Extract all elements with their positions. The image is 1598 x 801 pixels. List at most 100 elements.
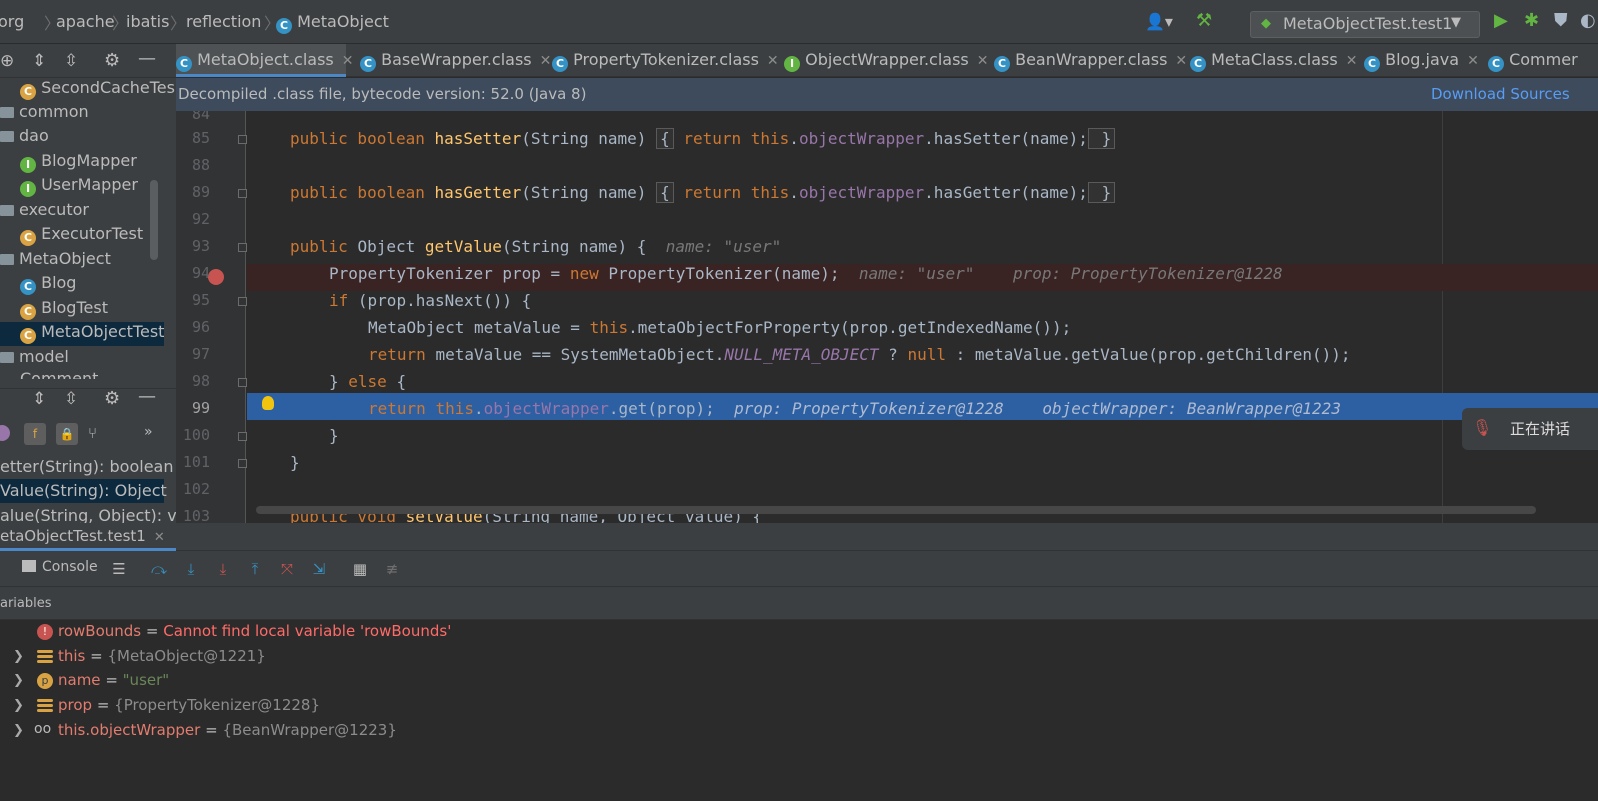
lightbulb-icon[interactable] (262, 396, 274, 410)
structure-item[interactable]: etter(String): boolean (0, 455, 174, 479)
close-icon[interactable]: ✕ (540, 53, 552, 69)
lock-filter-icon[interactable]: 🔒 (56, 423, 78, 445)
line-number: 84 (191, 111, 210, 123)
chevron-right-icon[interactable]: ❯ (13, 673, 24, 688)
tab-comment[interactable]: C Commer (1488, 44, 1578, 77)
drop-frame-icon[interactable]: ⤧ (279, 561, 295, 577)
run-to-cursor-icon[interactable]: ⇲ (311, 561, 327, 577)
structure-item-selected[interactable]: Value(String): Object (0, 479, 167, 503)
tab-basewrapper-class[interactable]: C BaseWrapper.class ✕ (360, 44, 551, 77)
field-filter-icon[interactable]: f (24, 423, 46, 445)
variable-name: name (58, 671, 101, 689)
tree-item-usermapper[interactable]: I UserMapper (20, 175, 138, 199)
gear-icon[interactable]: ⚙ (104, 389, 120, 409)
horizontal-scrollbar[interactable] (256, 506, 1536, 514)
frames-menu-icon[interactable]: ☰ (111, 561, 127, 577)
tab-propertytokenizer-class[interactable]: C PropertyTokenizer.class ✕ (552, 44, 779, 77)
user-icon[interactable]: 👤▾ (1145, 12, 1173, 31)
close-icon[interactable]: ✕ (977, 53, 989, 69)
run-icon[interactable]: ▶ (1494, 10, 1508, 31)
folded-brace[interactable]: } (1087, 128, 1116, 149)
evaluate-expression-icon[interactable]: ▦ (352, 561, 368, 577)
close-icon[interactable]: ✕ (1346, 53, 1358, 69)
tree-item-comment[interactable]: Comment (20, 369, 98, 379)
minimize-icon[interactable]: — (138, 48, 156, 69)
tab-metaobject-class[interactable]: C MetaObject.class ✕ (176, 44, 353, 77)
folded-brace[interactable]: } (1087, 182, 1116, 203)
console-tab[interactable]: Console (22, 559, 98, 575)
breadcrumb-reflection[interactable]: reflection (186, 12, 261, 31)
fold-marker[interactable] (238, 378, 247, 387)
build-hammer-icon[interactable]: ⚒ (1196, 10, 1212, 31)
collapse-all-icon[interactable]: ⇳ (64, 51, 78, 71)
tree-item-executortest[interactable]: C ExecutorTest (20, 224, 143, 248)
breadcrumb-ibatis[interactable]: ibatis (126, 12, 169, 31)
chevron-right-icon[interactable]: ❯ (13, 698, 24, 713)
muted-microphone-icon[interactable]: 🎙 (1472, 418, 1492, 437)
close-icon[interactable]: ✕ (154, 530, 165, 545)
tab-objectwrapper-class[interactable]: I ObjectWrapper.class ✕ (784, 44, 989, 77)
run-configuration-select[interactable]: ◆ MetaObjectTest.test1 ▼ (1250, 11, 1480, 38)
folded-brace[interactable]: { (656, 128, 674, 149)
tree-scrollbar[interactable] (150, 180, 158, 260)
more-icon[interactable]: » (144, 424, 153, 440)
download-sources-link[interactable]: Download Sources (1431, 85, 1570, 103)
code-line-89: public boolean hasGetter(String name) { … (290, 182, 1116, 203)
tab-beanwrapper-class[interactable]: C BeanWrapper.class ✕ (994, 44, 1187, 77)
code-token: new (569, 264, 609, 283)
tree-item-blogmapper[interactable]: I BlogMapper (20, 151, 137, 175)
fold-marker[interactable] (238, 243, 247, 252)
debug-session-tab[interactable]: etaObjectTest.test1 ✕ (0, 523, 176, 551)
close-icon[interactable]: ✕ (1175, 53, 1187, 69)
breakpoint-icon[interactable] (208, 269, 224, 285)
close-icon[interactable]: ✕ (1467, 53, 1479, 69)
tree-item-model[interactable]: model (0, 347, 69, 371)
tree-item-secondcachetest[interactable]: C SecondCacheTes (20, 78, 175, 102)
fold-marker[interactable] (238, 459, 247, 468)
tree-item-metaobjecttest[interactable]: C MetaObjectTest (0, 322, 164, 346)
property-filter-icon[interactable] (0, 425, 10, 441)
navigation-bar: org 〉 apache 〉 ibatis 〉 reflection 〉 C M… (0, 0, 1598, 44)
inline-debug-value: prop: PropertyTokenizer@1228 (974, 264, 1283, 283)
chevron-right-icon[interactable]: ❯ (13, 649, 24, 664)
trace-icon[interactable]: ≢ (384, 561, 400, 577)
class-icon: C (994, 56, 1010, 72)
breadcrumb-org[interactable]: org (0, 12, 24, 31)
expand-all-icon[interactable]: ⇕ (32, 389, 46, 409)
gear-icon[interactable]: ⚙ (104, 50, 120, 71)
variable-equals: = (85, 647, 108, 665)
hierarchy-icon[interactable]: ⑂ (88, 424, 97, 442)
structure-item[interactable]: alue(String, Object): vo (0, 504, 176, 523)
close-icon[interactable]: ✕ (767, 53, 779, 69)
debug-bug-icon[interactable]: ✱ (1524, 10, 1539, 31)
close-icon[interactable]: ✕ (342, 53, 354, 69)
tree-item-common[interactable]: common (0, 102, 89, 126)
fold-marker[interactable] (238, 189, 247, 198)
tab-metaclass-class[interactable]: C MetaClass.class ✕ (1190, 44, 1357, 77)
coverage-shield-icon[interactable]: ⛊ (1554, 10, 1568, 31)
step-out-icon[interactable]: ⤒ (247, 561, 263, 577)
collapse-all-icon[interactable]: ⇳ (64, 389, 78, 409)
fold-marker[interactable] (238, 297, 247, 306)
variable-equals: = (141, 622, 164, 640)
expand-all-icon[interactable]: ⇕ (32, 51, 46, 71)
minimize-icon[interactable]: — (138, 389, 156, 407)
tree-item-dao[interactable]: dao (0, 126, 49, 150)
tree-item-executor[interactable]: executor (0, 200, 89, 224)
breadcrumb-apache[interactable]: apache (56, 12, 115, 31)
tree-item-blogtest[interactable]: C BlogTest (20, 298, 108, 322)
step-into-icon[interactable]: ⤓ (183, 561, 199, 577)
step-over-icon[interactable]: ⤼ (151, 561, 167, 577)
tree-item-metaobject[interactable]: MetaObject (0, 249, 111, 273)
target-icon[interactable]: ⊕ (0, 51, 14, 71)
profiler-icon[interactable]: ◐ (1580, 10, 1596, 31)
fold-marker[interactable] (238, 432, 247, 441)
code-editor[interactable]: 84 85 88 89 92 93 94 95 96 97 98 99 100 … (176, 111, 1598, 523)
force-step-into-icon[interactable]: ⤓ (215, 561, 231, 577)
chevron-right-icon[interactable]: ❯ (13, 723, 24, 738)
fold-marker[interactable] (238, 135, 247, 144)
tab-blog-java[interactable]: C Blog.java ✕ (1364, 44, 1479, 77)
folded-brace[interactable]: { (656, 182, 674, 203)
breadcrumb-metaobject[interactable]: C MetaObject (276, 12, 389, 34)
tree-item-blog[interactable]: C Blog (20, 273, 76, 297)
